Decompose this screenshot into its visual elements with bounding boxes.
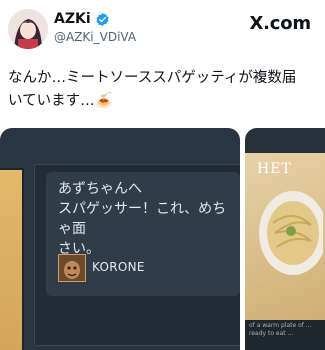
sender-name: KORONE [92,260,145,274]
avatar[interactable] [8,9,48,49]
author-name-row: AZKi [54,11,110,27]
sender-avatar-icon [58,254,86,282]
display-name[interactable]: AZKi [54,11,91,27]
tweet-text: なんか…ミートソーススパゲッティが複数届いています…🍝 [8,70,297,109]
user-handle[interactable]: @AZKi_VDiVA [54,30,136,44]
media-image-1[interactable]: あずちゃんへ スパゲッサー！これ、めちゃ面 さい。 KORONE [0,128,240,350]
media-image-2[interactable]: HET of a warm plate of ... ready to eat … [245,128,325,350]
side-caption: of a warm plate of ... ready to eat ... [245,320,325,350]
brand-logo: X.com [249,13,311,34]
side-title: HET [257,161,292,177]
menu-panel-left [0,168,24,350]
message-text: あずちゃんへ スパゲッサー！これ、めちゃ面 さい。 [58,181,227,257]
verified-badge-icon [96,12,109,26]
avatar-image [8,9,48,49]
spaghetti-plate-icon [259,191,323,275]
